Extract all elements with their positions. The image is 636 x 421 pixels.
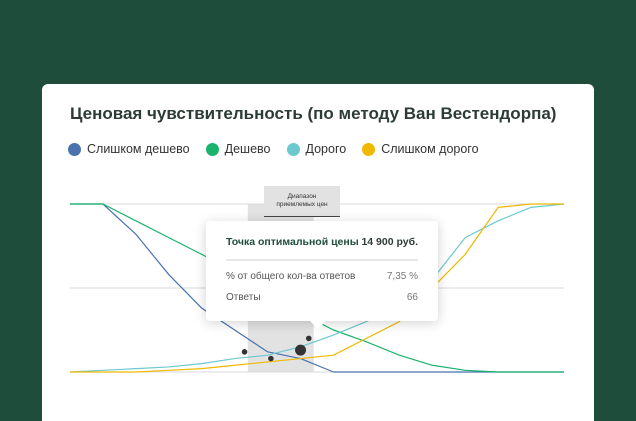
tooltip-header: Точка оптимальной цены 14 900 руб. [226, 236, 418, 248]
range-label-line1: Диапазон [287, 193, 317, 200]
range-label-line2: приемлемых цен [276, 201, 328, 208]
chart-card: Ценовая чувствительность (по методу Ван … [42, 84, 594, 421]
tooltip-row-responses-label: Ответы [226, 292, 261, 303]
tooltip-row-share-value: 7,35 % [386, 271, 418, 282]
intersection-point-2 [305, 335, 312, 342]
tooltip-divider [226, 259, 418, 261]
tooltip-row-responses-value: 66 [406, 292, 418, 303]
acceptable-range-label: Диапазон приемлемых цен [264, 186, 340, 217]
optimal-price-tooltip: Точка оптимальной цены 14 900 руб. % от … [206, 221, 438, 329]
optimal-price-point [295, 344, 307, 356]
tooltip-row-share: % от общего кол-ва ответов 7,35 % [226, 271, 418, 282]
tooltip-title-value: 14 900 руб. [361, 236, 418, 248]
tooltip-title: Точка оптимальной цены [226, 236, 359, 248]
intersection-point-1 [268, 355, 274, 362]
tooltip-row-responses: Ответы 66 [226, 292, 418, 303]
tooltip-row-share-label: % от общего кол-ва ответов [226, 271, 356, 282]
intersection-point-0 [241, 349, 248, 355]
